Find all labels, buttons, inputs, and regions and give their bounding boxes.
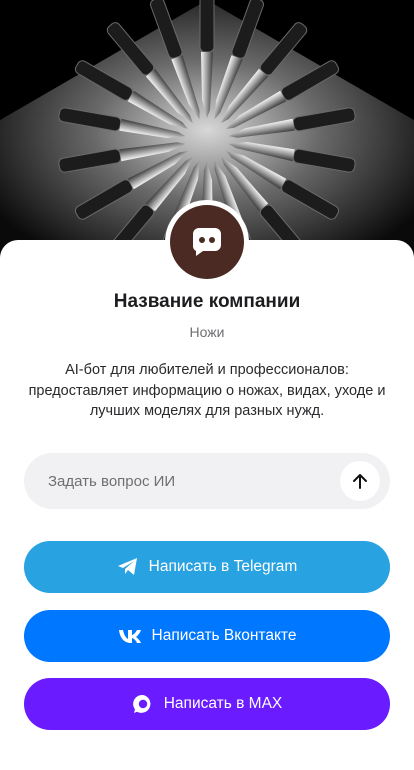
telegram-button[interactable]: Написать в Telegram [24,541,390,593]
telegram-button-label: Написать в Telegram [148,558,298,575]
company-name: Название компании [113,291,301,312]
telegram-icon [117,557,139,577]
vk-button[interactable]: Написать Вконтакте [24,610,390,662]
vk-button-label: Написать Вконтакте [151,627,297,644]
max-button-label: Написать в MAX [163,695,283,712]
send-button[interactable] [340,461,380,501]
avatar-ring [165,200,249,284]
avatar [170,205,244,279]
company-description: AI-бот для любителей и профессионалов: п… [28,362,386,419]
company-category: Ножи [189,324,225,340]
chat-bubble-icon [192,228,221,256]
ask-ai-input[interactable] [48,453,328,509]
vk-icon [118,628,142,644]
arrow-up-icon [353,474,367,489]
max-icon [132,693,154,715]
ask-ai-field [24,453,390,509]
max-button[interactable]: Написать в MAX [24,678,390,730]
